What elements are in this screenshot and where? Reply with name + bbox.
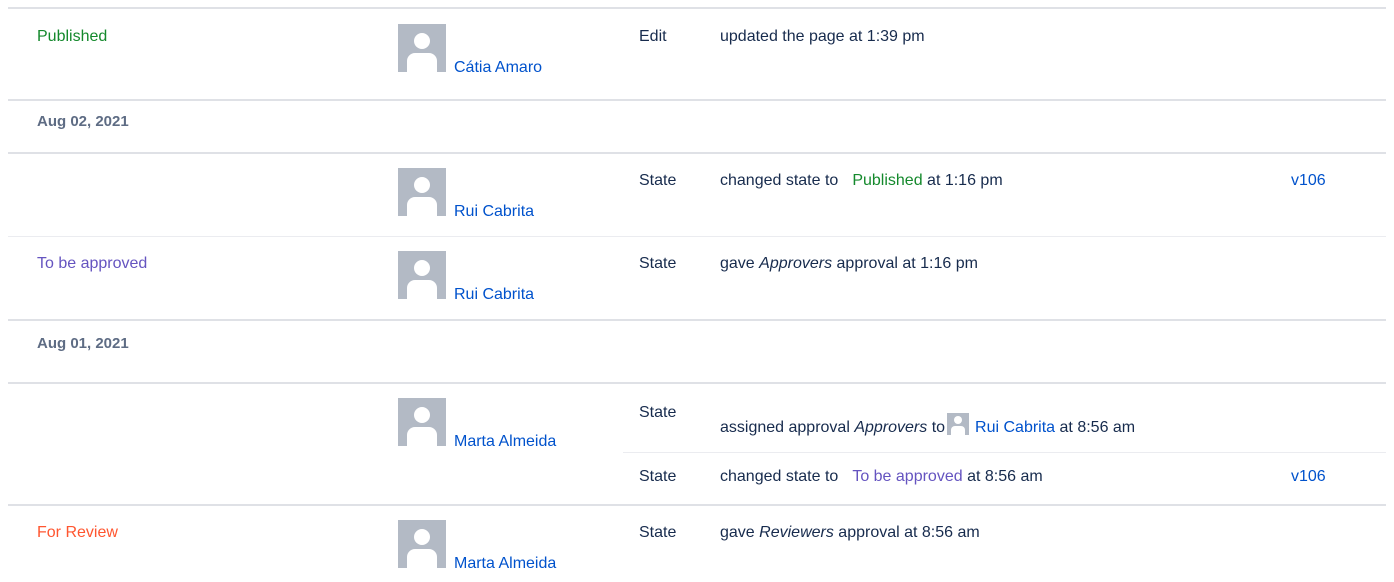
desc-text: gave: [720, 255, 755, 272]
change-type: State: [639, 255, 677, 272]
date-label: Aug 01, 2021: [37, 335, 129, 352]
user-link[interactable]: Cátia Amaro: [454, 59, 542, 77]
avatar-icon[interactable]: [398, 24, 446, 72]
inline-status-published: Published: [852, 172, 923, 189]
change-description: gave Approvers approval at 1:16 pm: [720, 255, 978, 273]
avatar-icon[interactable]: [398, 520, 446, 568]
history-row: Rui Cabrita State changed state to Publis…: [8, 154, 1386, 236]
avatar-icon[interactable]: [947, 413, 970, 435]
avatar-icon[interactable]: [398, 251, 446, 299]
approval-group: Reviewers: [759, 524, 834, 541]
history-row: Marta Almeida State assigned approval Ap…: [8, 384, 1386, 506]
approval-group: Approvers: [854, 419, 928, 436]
status-label-published: Published: [37, 28, 108, 45]
change-type: State: [639, 172, 677, 189]
version-link[interactable]: v106: [1291, 468, 1326, 486]
inline-status-to-be-approved: To be approved: [852, 468, 963, 485]
user-link[interactable]: Marta Almeida: [454, 555, 556, 573]
avatar-icon[interactable]: [398, 168, 446, 216]
desc-text: changed state to: [720, 468, 839, 485]
change-type: State: [639, 524, 677, 541]
change-description: updated the page at 1:39 pm: [720, 28, 925, 45]
desc-text: to: [931, 419, 946, 436]
desc-text: assigned approval: [720, 419, 850, 436]
history-row: For Review Marta Almeida State gave Revi…: [8, 506, 1386, 582]
date-group-header: Aug 01, 2021: [8, 321, 1386, 381]
history-row: Published Cátia Amaro Edit updated the p…: [8, 10, 1386, 100]
desc-text: at 1:16 pm: [927, 172, 1003, 189]
desc-text: changed state to: [720, 172, 839, 189]
user-link[interactable]: Rui Cabrita: [975, 419, 1055, 436]
user-link[interactable]: Rui Cabrita: [454, 203, 534, 221]
desc-text: approval at 1:16 pm: [836, 255, 978, 272]
change-description: changed state to Published at 1:16 pm: [720, 172, 1003, 190]
desc-text: gave: [720, 524, 755, 541]
date-group-header: Aug 02, 2021: [8, 101, 1386, 151]
change-description: gave Reviewers approval at 8:56 am: [720, 524, 980, 542]
approval-group: Approvers: [759, 255, 833, 272]
desc-text: at 8:56 am: [967, 468, 1043, 485]
history-row: To be approved Rui Cabrita State gave Ap…: [8, 237, 1386, 319]
date-label: Aug 02, 2021: [37, 113, 129, 130]
change-type: Edit: [639, 28, 667, 45]
version-link[interactable]: v106: [1291, 172, 1326, 190]
status-label-to-be-approved: To be approved: [37, 255, 148, 272]
avatar-icon[interactable]: [398, 398, 446, 446]
row-separator: [8, 7, 1386, 9]
change-type: State: [639, 468, 677, 485]
desc-text: at 8:56 am: [1059, 419, 1136, 436]
change-type: State: [639, 404, 677, 421]
change-description: assigned approval Approvers to Rui Cabrit…: [720, 413, 1135, 437]
desc-text: approval at 8:56 am: [838, 524, 980, 541]
status-label-for-review: For Review: [37, 524, 118, 541]
change-description: changed state to To be approved at 8:56 a…: [720, 468, 1043, 486]
user-link[interactable]: Rui Cabrita: [454, 286, 534, 304]
user-link[interactable]: Marta Almeida: [454, 433, 556, 451]
row-separator: [623, 452, 1386, 453]
